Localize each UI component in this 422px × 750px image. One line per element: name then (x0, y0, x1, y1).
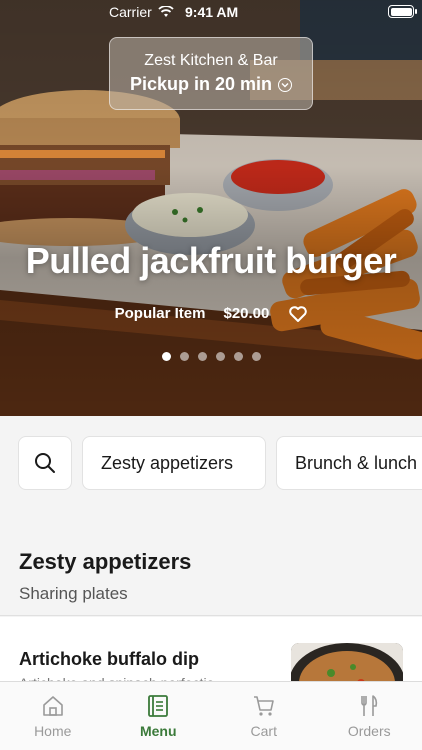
carousel-dot[interactable] (233, 352, 243, 361)
menu-section-header: Zesty appetizers Sharing plates (0, 512, 422, 616)
tab-cart-label: Cart (250, 723, 277, 739)
carousel-indicator[interactable] (0, 352, 422, 361)
carousel-dot[interactable] (161, 352, 171, 361)
carousel-dot[interactable] (197, 352, 207, 361)
tab-cart[interactable]: Cart (211, 682, 317, 750)
tab-bar: Home Menu Cart Orders (0, 681, 422, 750)
carousel-dot[interactable] (251, 352, 261, 361)
search-icon (35, 453, 55, 473)
hero-meta: Popular Item $20.00 (0, 305, 422, 322)
hero-price: $20.00 (223, 305, 270, 322)
search-button[interactable] (18, 436, 72, 490)
status-bar: Carrier 9:41 AM (0, 0, 422, 24)
cart-icon (253, 696, 274, 716)
tab-menu-label: Menu (139, 723, 177, 739)
pickup-time: Pickup in 20 min (110, 74, 312, 95)
menu-item-name: Artichoke buffalo dip (19, 649, 199, 669)
hero-title: Pulled jackfruit burger (25, 240, 397, 281)
carrier-label: Carrier (109, 4, 174, 20)
fork-knife-icon (361, 695, 378, 716)
chevron-down-icon (278, 77, 293, 92)
carrier-text: Carrier (109, 4, 152, 20)
wifi-icon (158, 6, 174, 17)
tab-menu[interactable]: Menu (106, 682, 212, 750)
menu-item[interactable]: Artichoke buffalo dip Artichoke and spin… (0, 617, 422, 687)
status-time: 9:41 AM (185, 4, 239, 20)
menu-book-icon (148, 695, 169, 717)
category-chip-brunch-lunch[interactable]: Brunch & lunch (276, 436, 422, 490)
category-bar: Zesty appetizers Brunch & lunch (0, 416, 422, 512)
hero-tag: Popular Item (114, 305, 206, 322)
section-subtitle: Sharing plates (19, 584, 128, 603)
pickup-time-text: Pickup in 20 min (129, 74, 273, 94)
category-chip-zesty-appetizers[interactable]: Zesty appetizers (82, 436, 266, 490)
home-icon (42, 696, 63, 716)
heart-icon[interactable] (289, 305, 308, 322)
tab-home[interactable]: Home (0, 682, 106, 750)
section-title: Zesty appetizers (19, 549, 192, 574)
carousel-dot[interactable] (179, 352, 189, 361)
tab-orders-label: Orders (347, 723, 391, 739)
tab-home-label: Home (34, 723, 72, 739)
hero-banner[interactable]: Carrier 9:41 AM Zest Kitchen & Bar Picku… (0, 0, 422, 416)
battery-icon (388, 5, 417, 18)
carousel-dot[interactable] (215, 352, 225, 361)
location-pickup-selector[interactable]: Zest Kitchen & Bar Pickup in 20 min (109, 37, 313, 110)
restaurant-name: Zest Kitchen & Bar (144, 52, 278, 69)
tab-orders[interactable]: Orders (317, 682, 422, 750)
